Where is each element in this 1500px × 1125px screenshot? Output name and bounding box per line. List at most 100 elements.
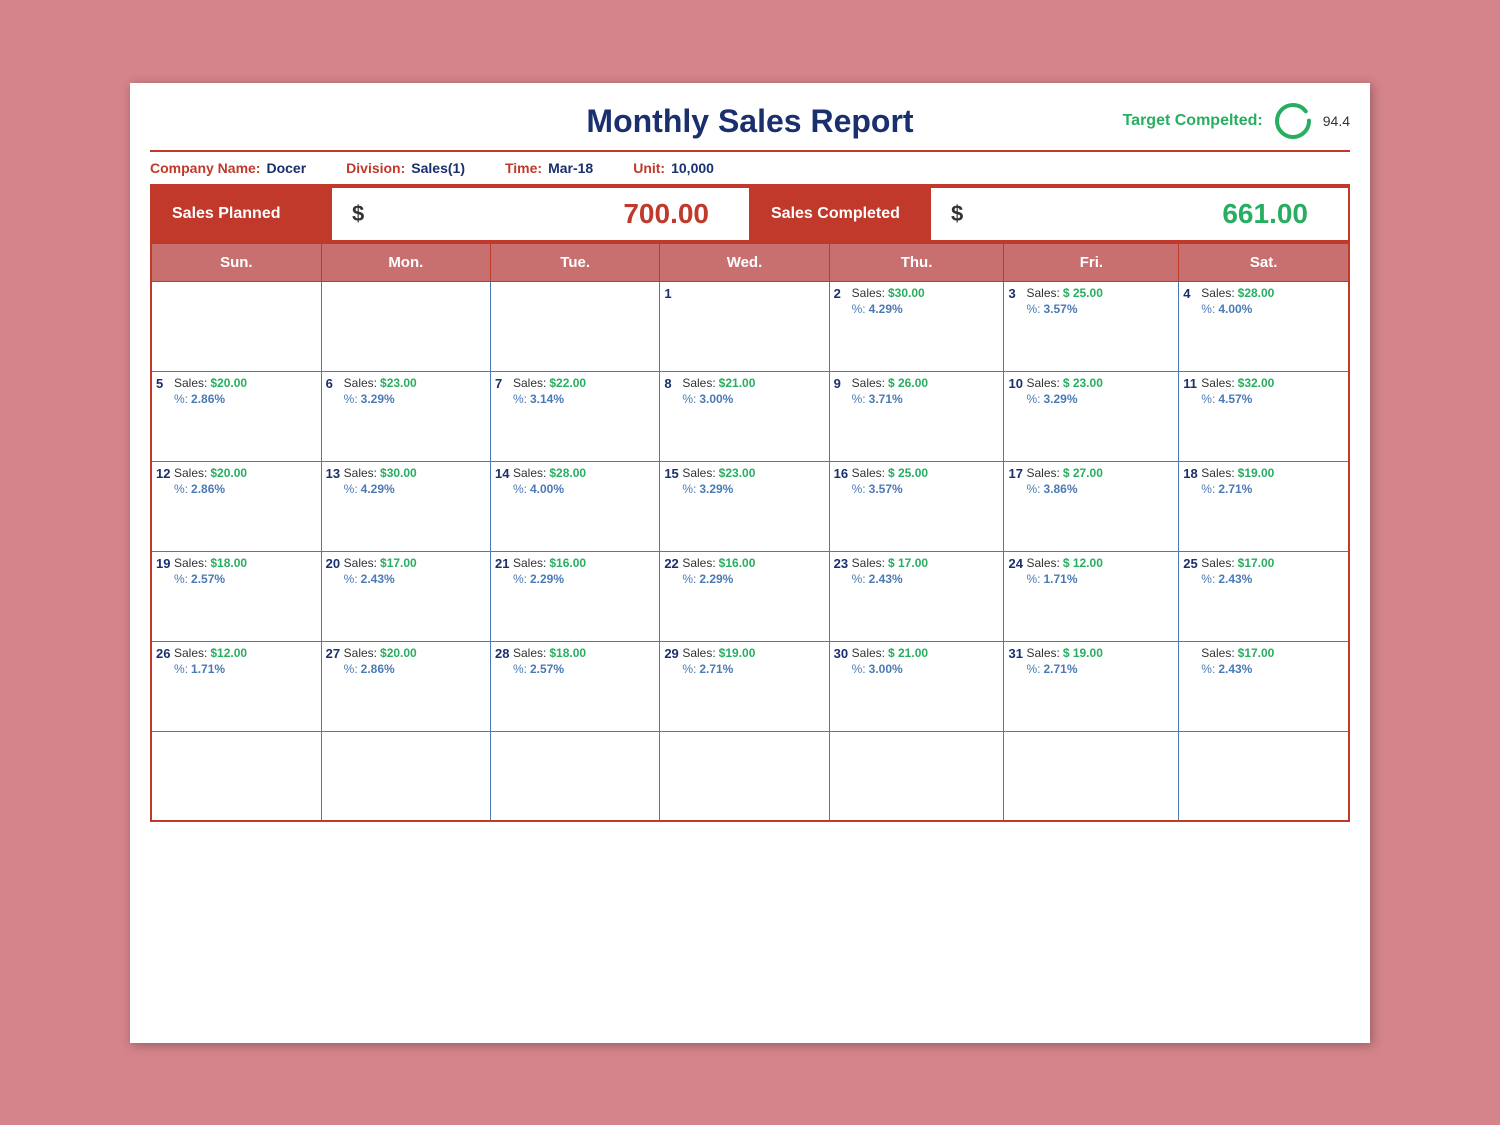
pct-label: %: xyxy=(682,392,696,406)
sales-value: $16.00 xyxy=(549,556,586,570)
calendar-table: Sun.Mon.Tue.Wed.Thu.Fri.Sat. 12Sales:$30… xyxy=(150,242,1350,823)
day-number: 26 xyxy=(156,646,174,727)
day-number: 5 xyxy=(156,376,174,457)
time-value: Mar-18 xyxy=(548,160,593,176)
sales-label: Sales: xyxy=(682,556,715,570)
sales-value: $ 26.00 xyxy=(888,376,928,390)
pct-label: %: xyxy=(852,392,866,406)
totals-row: Sales Planned $ 700.00 Sales Completed $… xyxy=(150,186,1350,242)
calendar-cell: 9Sales:$ 26.00%:3.71% xyxy=(829,371,1004,461)
pct-value: 4.00% xyxy=(530,482,564,496)
sales-label: Sales: xyxy=(852,376,885,390)
calendar-cell: 26Sales:$12.00%:1.71% xyxy=(151,641,321,731)
day-number: 2 xyxy=(834,286,852,367)
time-info: Time: Mar-18 xyxy=(505,160,593,176)
calendar-cell: 31Sales:$ 19.00%:2.71% xyxy=(1004,641,1179,731)
pct-value: 3.71% xyxy=(869,392,903,406)
calendar-cell: 12Sales:$20.00%:2.86% xyxy=(151,461,321,551)
sales-completed-label: Sales Completed xyxy=(751,188,931,240)
day-header: Tue. xyxy=(490,243,659,282)
sales-label: Sales: xyxy=(344,646,377,660)
sales-label: Sales: xyxy=(1026,466,1059,480)
pct-label: %: xyxy=(682,662,696,676)
day-number: 1 xyxy=(664,286,682,367)
pct-value: 3.57% xyxy=(869,482,903,496)
unit-label: Unit: xyxy=(633,160,665,176)
sales-value: $ 17.00 xyxy=(888,556,928,570)
calendar-cell: 18Sales:$19.00%:2.71% xyxy=(1179,461,1349,551)
sales-value: $ 25.00 xyxy=(1063,286,1103,300)
sales-value: $18.00 xyxy=(549,646,586,660)
sales-label: Sales: xyxy=(682,376,715,390)
pct-value: 3.29% xyxy=(1043,392,1077,406)
company-value: Docer xyxy=(266,160,306,176)
day-number: 6 xyxy=(326,376,344,457)
pct-label: %: xyxy=(513,662,527,676)
pct-value: 2.43% xyxy=(1218,662,1252,676)
sales-label: Sales: xyxy=(513,646,546,660)
sales-label: Sales: xyxy=(1201,286,1234,300)
calendar-cell: 30Sales:$ 21.00%:3.00% xyxy=(829,641,1004,731)
day-number: 19 xyxy=(156,556,174,637)
sales-value: $ 27.00 xyxy=(1063,466,1103,480)
sales-value: $30.00 xyxy=(888,286,925,300)
calendar-cell: 17Sales:$ 27.00%:3.86% xyxy=(1004,461,1179,551)
pct-label: %: xyxy=(174,662,188,676)
pct-label: %: xyxy=(852,662,866,676)
totals-completed-section: $ 661.00 xyxy=(931,188,1348,240)
pct-label: %: xyxy=(1201,482,1215,496)
sales-label: Sales: xyxy=(1201,646,1234,660)
pct-value: 2.29% xyxy=(699,572,733,586)
sales-value: $19.00 xyxy=(1238,466,1275,480)
pct-value: 2.57% xyxy=(191,572,225,586)
pct-value: 4.57% xyxy=(1218,392,1252,406)
pct-label: %: xyxy=(1201,572,1215,586)
sales-label: Sales: xyxy=(513,466,546,480)
time-label: Time: xyxy=(505,160,542,176)
target-label: Target Compelted: xyxy=(1123,112,1263,130)
sales-label: Sales: xyxy=(852,646,885,660)
calendar-cell xyxy=(151,281,321,371)
sales-label: Sales: xyxy=(513,376,546,390)
sales-value: $ 21.00 xyxy=(888,646,928,660)
pct-value: 2.86% xyxy=(361,662,395,676)
sales-value: $12.00 xyxy=(210,646,247,660)
sales-label: Sales: xyxy=(344,376,377,390)
sales-value: $19.00 xyxy=(719,646,756,660)
pct-label: %: xyxy=(1201,302,1215,316)
pct-label: %: xyxy=(513,392,527,406)
pct-value: 2.86% xyxy=(191,392,225,406)
calendar-cell: 14Sales:$28.00%:4.00% xyxy=(490,461,659,551)
pct-label: %: xyxy=(1201,392,1215,406)
pct-label: %: xyxy=(344,482,358,496)
day-header: Sun. xyxy=(151,243,321,282)
sales-value: $18.00 xyxy=(210,556,247,570)
calendar-cell: 25Sales:$17.00%:2.43% xyxy=(1179,551,1349,641)
calendar-cell: 11Sales:$32.00%:4.57% xyxy=(1179,371,1349,461)
company-label: Company Name: xyxy=(150,160,260,176)
sales-value: $ 23.00 xyxy=(1063,376,1103,390)
sales-label: Sales: xyxy=(682,466,715,480)
sales-label: Sales: xyxy=(344,556,377,570)
calendar-cell: 6Sales:$23.00%:3.29% xyxy=(321,371,490,461)
sales-label: Sales: xyxy=(1201,466,1234,480)
unit-value: 10,000 xyxy=(671,160,714,176)
pct-label: %: xyxy=(513,482,527,496)
sales-value: $28.00 xyxy=(1238,286,1275,300)
sales-value: $17.00 xyxy=(1238,556,1275,570)
day-number: 17 xyxy=(1008,466,1026,547)
pct-value: 2.71% xyxy=(699,662,733,676)
sales-label: Sales: xyxy=(174,466,207,480)
day-number: 27 xyxy=(326,646,344,727)
pct-value: 2.86% xyxy=(191,482,225,496)
calendar-cell: 23Sales:$ 17.00%:2.43% xyxy=(829,551,1004,641)
calendar-cell: 20Sales:$17.00%:2.43% xyxy=(321,551,490,641)
pct-value: 1.71% xyxy=(191,662,225,676)
calendar-cell: 3Sales:$ 25.00%:3.57% xyxy=(1004,281,1179,371)
day-header: Thu. xyxy=(829,243,1004,282)
day-header: Mon. xyxy=(321,243,490,282)
pct-value: 1.71% xyxy=(1043,572,1077,586)
calendar-cell: 19Sales:$18.00%:2.57% xyxy=(151,551,321,641)
division-label: Division: xyxy=(346,160,405,176)
sales-label: Sales: xyxy=(682,646,715,660)
